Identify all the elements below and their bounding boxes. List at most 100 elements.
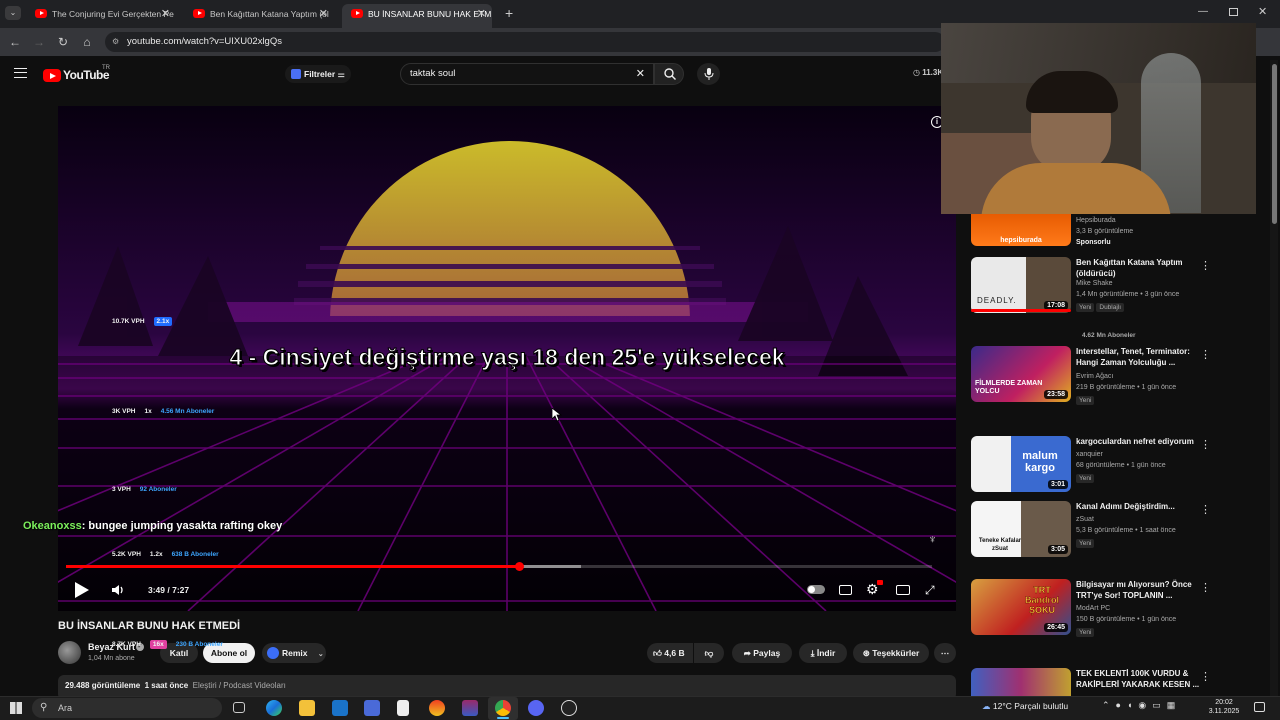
video-duration: 3:01 [1047, 480, 1068, 489]
page-scrollbar[interactable] [1270, 60, 1278, 700]
chevron-down-icon: ⌄ [317, 651, 324, 658]
subscriber-count: 1,04 Mn abone [88, 655, 135, 662]
volume-icon[interactable] [111, 583, 125, 597]
progress-bar[interactable] [66, 562, 932, 571]
ad-sponsored-label: Sponsorlu [1076, 239, 1111, 246]
vph-stats: 8.7K VPH 16x 230 B Aboneler [112, 640, 223, 649]
more-options-icon[interactable]: ⋮ [1200, 581, 1211, 594]
search-input[interactable]: taktak soul ✕ [400, 63, 654, 85]
vph-stats: 10.7K VPH 2.1x [112, 317, 181, 326]
like-button[interactable]: 👍︎ 4,6 B [647, 643, 693, 663]
file-explorer-icon[interactable] [299, 700, 315, 716]
keyboard-icon[interactable]: ▦ [1167, 700, 1182, 710]
obs-icon[interactable] [561, 700, 577, 716]
notepad-icon[interactable] [397, 700, 409, 716]
fullscreen-icon[interactable]: ⤢ [925, 583, 935, 598]
close-window-icon[interactable]: ✕ [1258, 5, 1267, 18]
browser-tab-3[interactable]: BU İNSANLAR BUNU HAK ETM ✕ [342, 4, 492, 28]
streamer-hair [1026, 71, 1118, 113]
battery-icon[interactable]: ▭ [1152, 700, 1167, 710]
active-app-indicator [497, 717, 509, 719]
played-bar [66, 565, 519, 568]
discord-icon[interactable] [528, 700, 544, 716]
notification-icon[interactable] [1254, 702, 1265, 712]
taskbar-clock[interactable]: 20:02 3.11.2025 [1202, 698, 1246, 716]
new-tab-button[interactable]: + [505, 5, 513, 21]
ad-views: 3,3 B görüntüleme [1076, 228, 1134, 235]
video-card-meta: 5,3 B görüntüleme • 1 saat önce [1076, 527, 1176, 534]
browser-tab-1[interactable]: The Conjuring Evi Gerçekten Pe ✕ [26, 4, 176, 28]
play-button[interactable] [75, 582, 89, 598]
video-duration: 3:05 [1047, 545, 1068, 554]
microphone-icon[interactable]: ● [1116, 700, 1127, 710]
outlook-icon[interactable] [332, 700, 348, 716]
captions-icon[interactable] [839, 585, 852, 595]
site-info-icon[interactable]: ⚙ [112, 32, 119, 52]
chevron-up-icon[interactable]: ⌃ [1102, 700, 1116, 710]
search-button[interactable] [654, 63, 684, 85]
video-card-meta: 150 B görüntüleme • 1 gün önce [1076, 616, 1177, 623]
minimize-window-icon[interactable]: — [1198, 6, 1208, 17]
close-tab-icon[interactable]: ✕ [161, 4, 170, 24]
recommended-video-card[interactable]: FİLMLERDE ZAMAN YOLCU 23:58 Interstellar… [971, 346, 1241, 406]
app-icon[interactable] [429, 700, 445, 716]
autoplay-toggle[interactable] [807, 585, 825, 594]
close-tab-icon[interactable]: ✕ [319, 4, 328, 24]
thanks-icon: ⊛ [862, 648, 870, 658]
youtube-favicon-icon [193, 9, 205, 18]
reload-icon[interactable]: ↻ [55, 34, 71, 50]
video-player[interactable]: 4 - Cinsiyet değiştirme yaşı 18 den 25'e… [58, 106, 956, 611]
more-actions-button[interactable]: ⋯ [934, 643, 956, 663]
thanks-button[interactable]: ⊛ Teşekkürler [853, 643, 929, 663]
network-icon[interactable]: ◉ [1138, 700, 1152, 710]
edge-browser-icon[interactable] [266, 700, 282, 716]
voice-search-button[interactable] [697, 63, 720, 85]
view-count: 29.488 görüntüleme [65, 681, 141, 690]
close-tab-icon[interactable]: ✕ [477, 4, 486, 24]
youtube-favicon-icon [351, 9, 363, 18]
hamburger-menu-icon[interactable] [14, 68, 27, 78]
video-card-meta: 68 görüntüleme • 1 gün önce [1076, 462, 1166, 469]
download-button[interactable]: ⤓ İndir [799, 643, 847, 663]
scrubber-handle[interactable] [514, 562, 524, 571]
theater-mode-icon[interactable] [896, 585, 910, 595]
store-icon[interactable] [364, 700, 380, 716]
task-view-icon[interactable] [233, 702, 245, 713]
remix-button[interactable]: Remix ⌄ [262, 643, 326, 663]
system-tray[interactable]: ⌃●◖◉▭▦ [1102, 700, 1181, 711]
video-card-channel: Mike Shake [1076, 280, 1113, 287]
recommended-video-card[interactable]: DEADLY. 17:08 Ben Kağıttan Katana Yaptım… [971, 257, 1241, 317]
recommended-video-card[interactable]: TEK EKLENTİ 100K VURDU & RAKİPLERİ YAKAR… [971, 668, 1241, 696]
video-card-badges: Yeni [1076, 628, 1095, 637]
browser-tab-2[interactable]: Ben Kağıttan Katana Yaptım (öl ✕ [184, 4, 334, 28]
more-options-icon[interactable]: ⋮ [1200, 259, 1211, 272]
home-icon[interactable]: ⌂ [79, 34, 95, 50]
weather-widget[interactable]: ☁ 12°C Parçalı bulutlu [982, 701, 1068, 712]
address-bar-input[interactable]: ⚙ youtube.com/watch?v=UIXU02xlgQs [105, 32, 945, 52]
windows-start-icon[interactable] [10, 702, 22, 714]
restore-window-icon[interactable] [1229, 8, 1238, 16]
taskbar-search-box[interactable]: ⚲ Ara [32, 698, 222, 718]
more-options-icon[interactable]: ⋮ [1200, 670, 1211, 683]
recommended-video-card[interactable]: TRT Bandrol ŞOKU 26:45 Bilgisayar mı Alı… [971, 579, 1241, 639]
video-category: Eleştiri / Podcast Videoları [192, 681, 286, 690]
channel-avatar[interactable] [58, 641, 81, 664]
speaker-icon[interactable]: ◖ [1127, 700, 1138, 710]
back-arrow-icon[interactable]: ← [7, 34, 23, 50]
more-options-icon[interactable]: ⋮ [1200, 503, 1211, 516]
dislike-button[interactable]: 👎︎ [694, 643, 724, 663]
recommended-video-card[interactable]: malum kargo 3:01 kargoculardan nefret ed… [971, 436, 1241, 496]
more-options-icon[interactable]: ⋮ [1200, 348, 1211, 361]
chrome-icon[interactable] [495, 700, 511, 716]
scrollbar-thumb[interactable] [1272, 64, 1277, 224]
filters-button[interactable]: Filtreler ⚌ [285, 65, 351, 83]
sponsored-ad-card[interactable]: hepsiburada Hepsiburada 3,3 B görüntülem… [971, 212, 1241, 248]
recommended-video-card[interactable]: Teneke Kafalar zSuat 3:05 Kanal Adımı De… [971, 501, 1241, 561]
more-options-icon[interactable]: ⋮ [1200, 438, 1211, 451]
forward-arrow-icon[interactable]: → [31, 34, 47, 50]
share-button[interactable]: ➦ Paylaş [732, 643, 792, 663]
winrar-icon[interactable] [462, 700, 478, 716]
tab-list-button[interactable]: ⌄ [5, 6, 21, 20]
filter-extension-icon [291, 69, 301, 79]
clear-search-icon[interactable]: ✕ [636, 64, 645, 84]
